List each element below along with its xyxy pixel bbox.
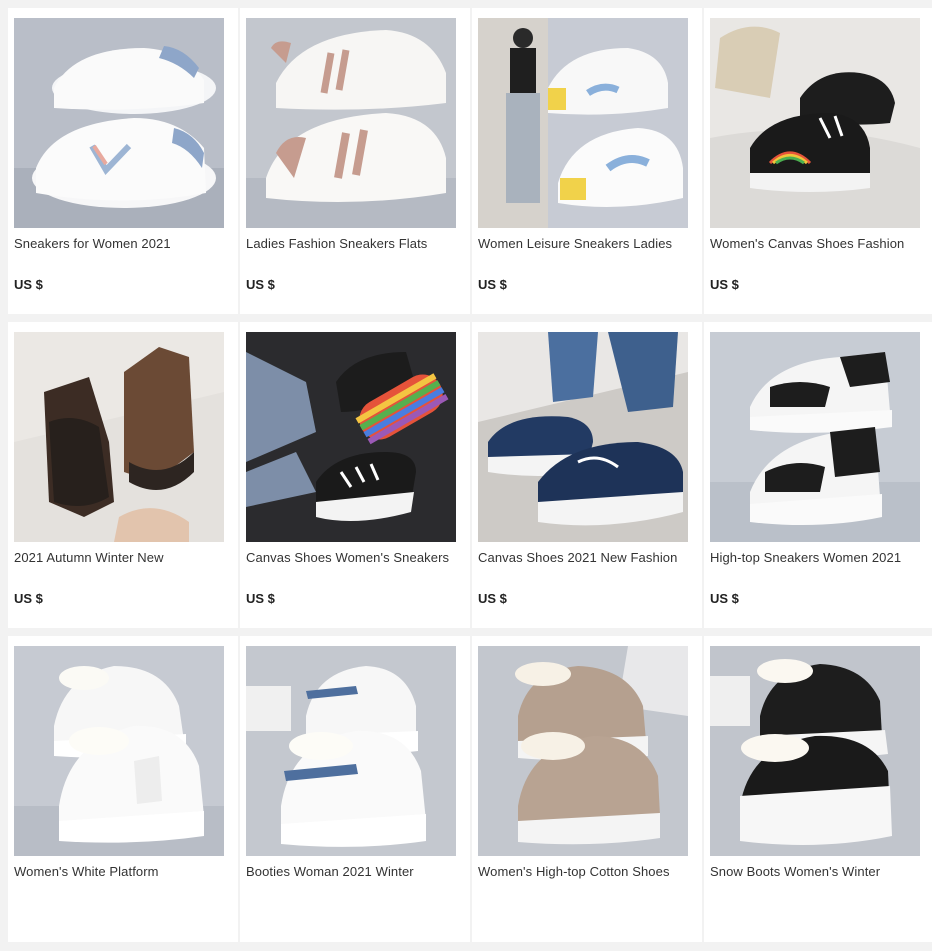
- product-card[interactable]: Women Leisure Sneakers Ladies US $: [472, 8, 702, 314]
- product-title[interactable]: 2021 Autumn Winter New: [14, 550, 232, 565]
- black-canvas-rainbow-sole-image[interactable]: [246, 332, 456, 542]
- white-blue-plush-boot-image[interactable]: [246, 646, 456, 856]
- product-card[interactable]: Snow Boots Women's Winter: [704, 636, 932, 942]
- product-price: US $: [710, 591, 739, 606]
- product-card[interactable]: Ladies Fashion Sneakers Flats US $: [240, 8, 470, 314]
- product-title[interactable]: Booties Woman 2021 Winter: [246, 864, 464, 879]
- product-card[interactable]: Women's High-top Cotton Shoes: [472, 636, 702, 942]
- product-title[interactable]: Women's High-top Cotton Shoes: [478, 864, 696, 879]
- brown-chelsea-boot-image[interactable]: [14, 332, 224, 542]
- product-card[interactable]: Canvas Shoes 2021 New Fashion US $: [472, 322, 702, 628]
- black-white-hightop-image[interactable]: [710, 332, 920, 542]
- product-title[interactable]: Canvas Shoes 2021 New Fashion: [478, 550, 696, 565]
- product-title[interactable]: Women's White Platform: [14, 864, 232, 879]
- product-card[interactable]: Women's White Platform: [8, 636, 238, 942]
- product-card[interactable]: Canvas Shoes Women's Sneakers US $: [240, 322, 470, 628]
- product-price: US $: [710, 277, 739, 292]
- product-card[interactable]: 2021 Autumn Winter New US $: [8, 322, 238, 628]
- product-price: US $: [478, 591, 507, 606]
- product-card[interactable]: Booties Woman 2021 Winter: [240, 636, 470, 942]
- black-white-snow-boot-image[interactable]: [710, 646, 920, 856]
- product-title[interactable]: Sneakers for Women 2021: [14, 236, 232, 251]
- white-sneaker-blue-v-image[interactable]: [14, 18, 224, 228]
- product-price: US $: [246, 277, 275, 292]
- product-card[interactable]: Women's Canvas Shoes Fashion US $: [704, 8, 932, 314]
- product-title[interactable]: High-top Sneakers Women 2021: [710, 550, 928, 565]
- black-canvas-rainbow-image[interactable]: [710, 18, 920, 228]
- navy-denim-slipon-image[interactable]: [478, 332, 688, 542]
- product-price: US $: [246, 591, 275, 606]
- product-card[interactable]: High-top Sneakers Women 2021 US $: [704, 322, 932, 628]
- white-sneaker-pink-stripes-image[interactable]: [246, 18, 456, 228]
- product-title[interactable]: Women Leisure Sneakers Ladies: [478, 236, 696, 251]
- product-card[interactable]: Sneakers for Women 2021 US $: [8, 8, 238, 314]
- product-price: US $: [14, 277, 43, 292]
- product-price: US $: [14, 591, 43, 606]
- product-grid: Sneakers for Women 2021 US $ Ladies Fash…: [0, 0, 932, 951]
- product-title[interactable]: Ladies Fashion Sneakers Flats: [246, 236, 464, 251]
- product-price: US $: [478, 277, 507, 292]
- product-title[interactable]: Snow Boots Women's Winter: [710, 864, 928, 879]
- product-title[interactable]: Women's Canvas Shoes Fashion: [710, 236, 928, 251]
- product-title[interactable]: Canvas Shoes Women's Sneakers: [246, 550, 464, 565]
- white-plush-hightop-image[interactable]: [14, 646, 224, 856]
- beige-suede-plush-boot-image[interactable]: [478, 646, 688, 856]
- white-sneaker-yellow-blue-image[interactable]: [478, 18, 688, 228]
